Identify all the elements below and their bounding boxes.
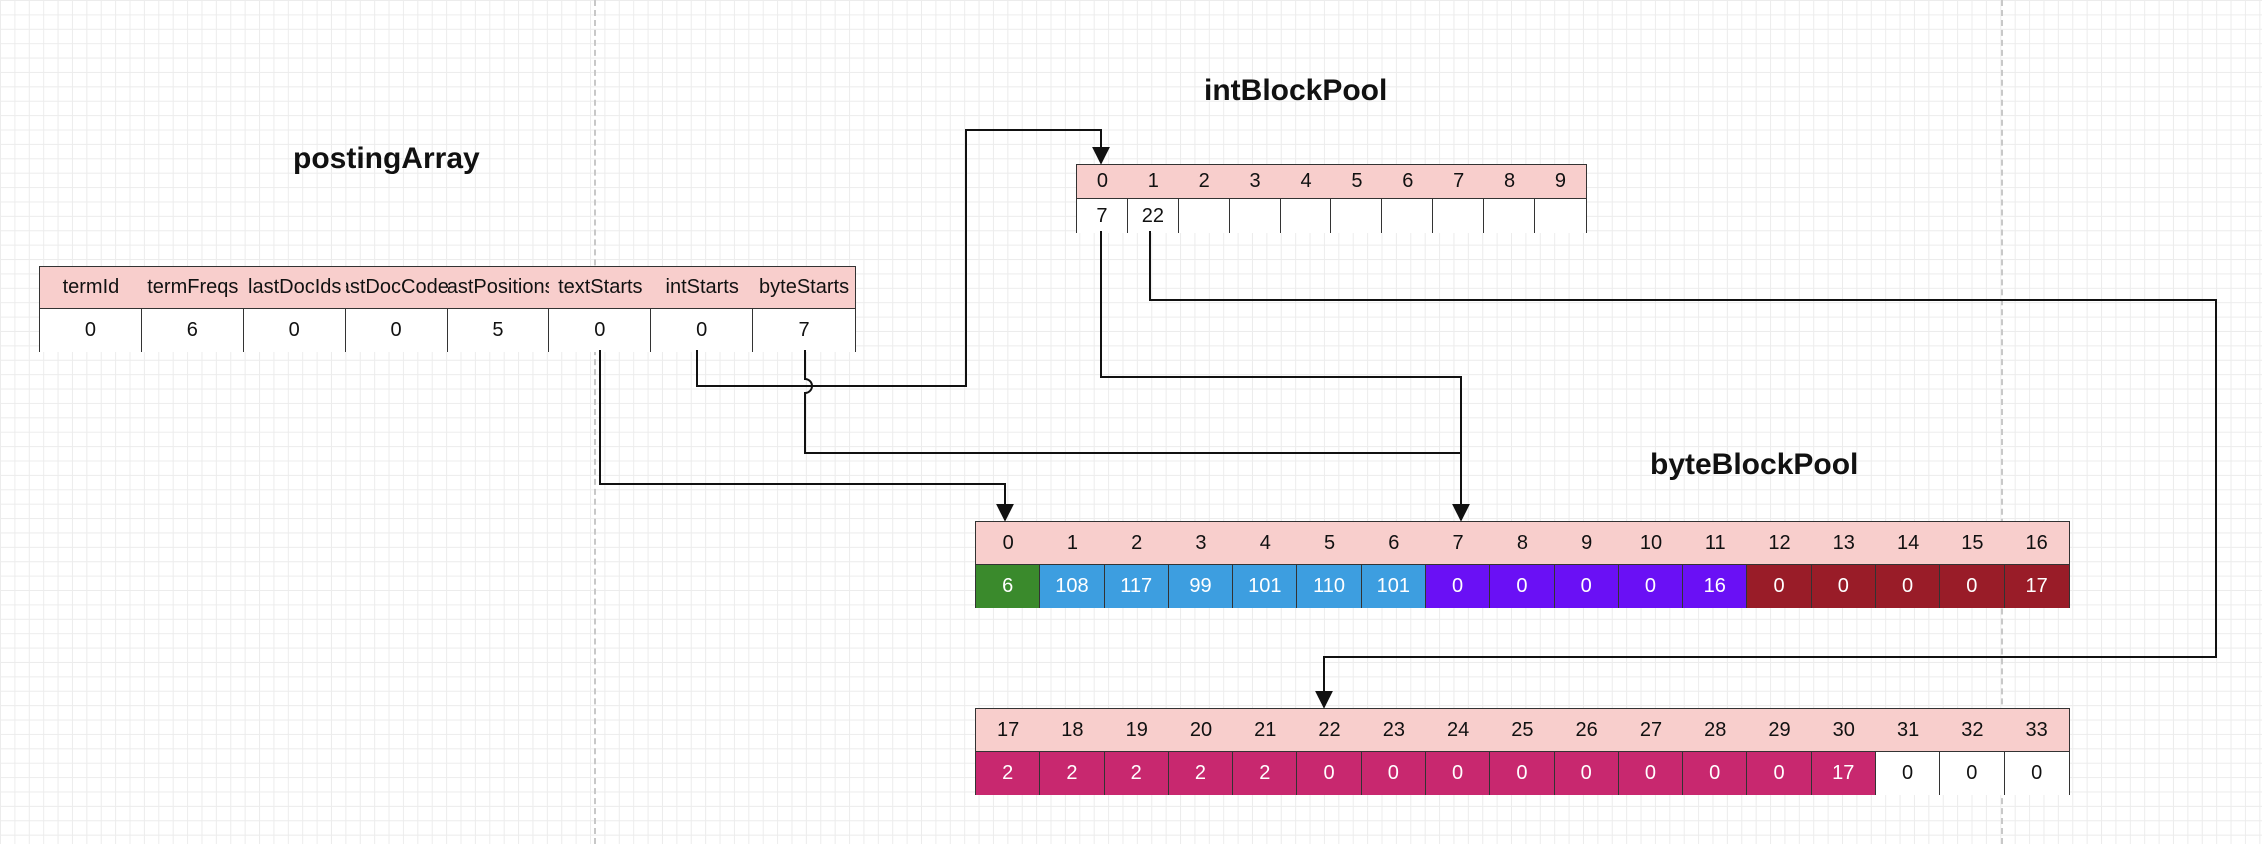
arrow-int0-to-byte7 [1100, 231, 1462, 520]
arrow-textstarts-to-byte0 [599, 350, 1014, 522]
arrow-bytestarts-to-byte7 [804, 350, 1470, 522]
arrow-intstarts-to-int0 [696, 129, 1110, 387]
connector-arrows [599, 129, 2217, 709]
arrow-int1-to-byte22 [1149, 231, 2217, 709]
